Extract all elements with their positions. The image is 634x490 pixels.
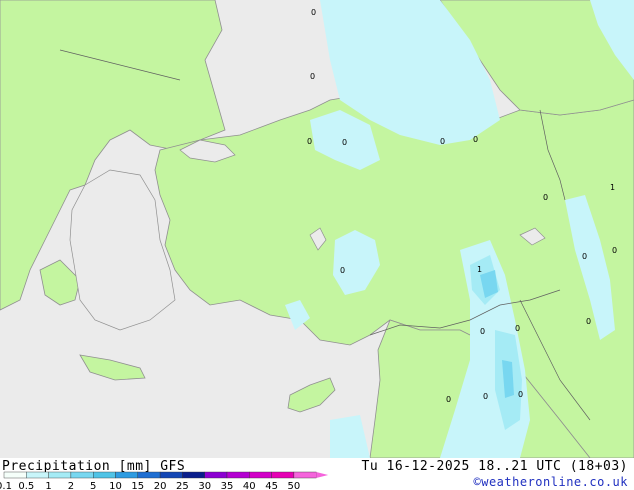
color-swatch: [226, 471, 250, 479]
credit-link[interactable]: ©weatheronline.co.uk: [474, 475, 629, 489]
scale-ticks: 0.10.5125101520253035404550: [0, 481, 300, 490]
value-label: 0: [582, 252, 587, 261]
value-label: 0: [473, 135, 478, 144]
scale-tick-label: 15: [131, 481, 144, 490]
color-swatch: [92, 471, 116, 479]
color-swatch: [26, 471, 49, 479]
value-label: 0: [342, 138, 347, 147]
value-label: 0: [515, 324, 520, 333]
color-swatch: [271, 471, 295, 479]
value-label: 1: [477, 265, 482, 274]
scale-tick-label: 25: [176, 481, 189, 490]
scale-tick-label: 45: [265, 481, 278, 490]
color-swatch: [48, 471, 72, 479]
value-label: 0: [480, 327, 485, 336]
color-swatch: [249, 471, 272, 479]
value-label: 0: [586, 317, 591, 326]
value-label: 0: [483, 392, 488, 401]
color-swatch: [182, 471, 205, 479]
value-label: 0: [311, 8, 316, 17]
scale-tick-label: 50: [288, 481, 301, 490]
value-label: 0: [310, 72, 315, 81]
scale-tick-label: 10: [109, 481, 122, 490]
scale-tick-label: 30: [198, 481, 211, 490]
scale-tick-label: 2: [68, 481, 74, 490]
value-label: 0: [446, 395, 451, 404]
value-label: 0: [440, 137, 445, 146]
scale-tick-label: 0.1: [0, 481, 12, 490]
color-scale: 0.10.5125101520253035404550: [0, 471, 329, 490]
color-swatch: [137, 471, 161, 479]
weather-map-view: 0 0 0 0 0 0 0 1 0 0 0 0 1 0 0 0 0 0 Prec…: [0, 0, 634, 490]
value-label: 0: [307, 137, 312, 146]
color-swatch: [159, 471, 183, 479]
value-label: 1: [610, 183, 615, 192]
color-swatch: [70, 471, 94, 479]
value-label: 0: [612, 246, 617, 255]
value-label: 0: [543, 193, 548, 202]
value-label: 0: [518, 390, 523, 399]
color-swatches: [3, 471, 329, 479]
scale-tick-label: 1: [45, 481, 51, 490]
color-swatch: [204, 471, 228, 479]
scale-tick-label: 20: [154, 481, 167, 490]
scale-tick-label: 40: [243, 481, 256, 490]
precipitation-map: 0 0 0 0 0 0 0 1 0 0 0 0 1 0 0 0 0 0: [0, 0, 634, 458]
scale-tick-label: 0.5: [18, 481, 34, 490]
scale-arrow: [316, 472, 329, 478]
value-label: 0: [340, 266, 345, 275]
scale-tick-label: 35: [221, 481, 234, 490]
color-swatch: [3, 471, 27, 479]
color-swatch: [293, 471, 317, 479]
scale-tick-label: 5: [90, 481, 96, 490]
color-swatch: [115, 471, 138, 479]
valid-time: Tu 16-12-2025 18..21 UTC (18+03): [361, 459, 628, 474]
